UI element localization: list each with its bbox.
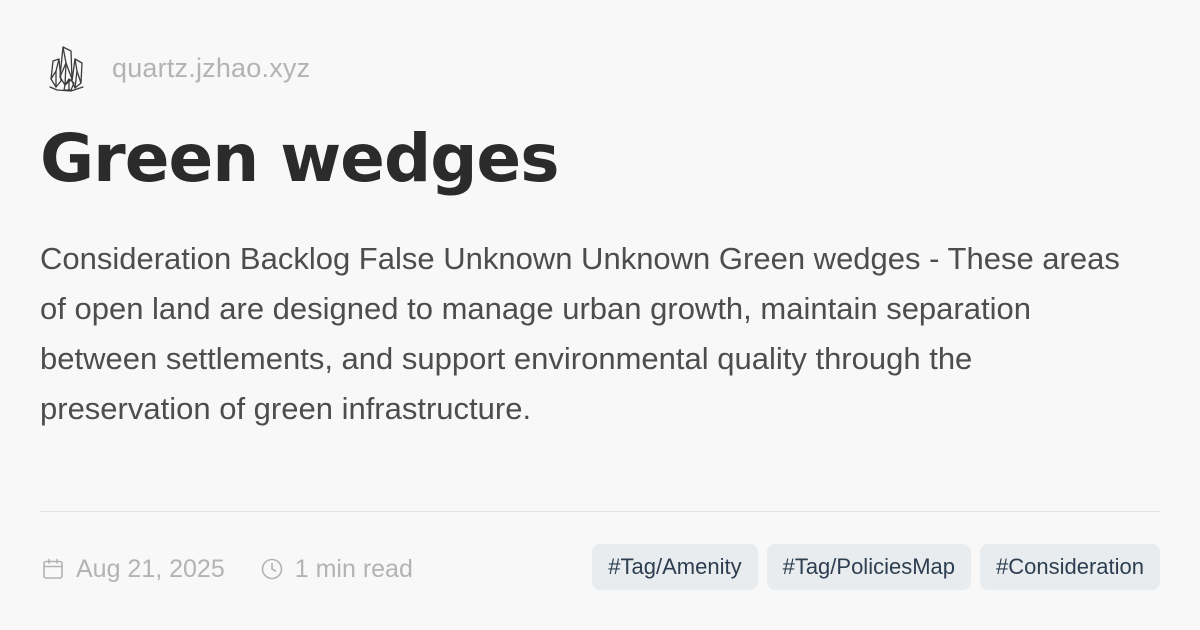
clock-icon: [259, 556, 285, 582]
tag-consideration[interactable]: #Consideration: [980, 544, 1160, 590]
publish-date: Aug 21, 2025: [40, 555, 225, 584]
divider: [40, 511, 1160, 512]
reading-time-text: 1 min read: [294, 554, 413, 583]
site-header: quartz.jzhao.xyz: [40, 40, 310, 96]
calendar-icon: [40, 556, 66, 582]
tag-list: #Tag/Amenity #Tag/PoliciesMap #Considera…: [592, 544, 1160, 590]
crystal-cluster-icon: [40, 40, 94, 96]
page-title: Green wedges: [40, 120, 559, 197]
reading-time: 1 min read: [259, 555, 413, 584]
site-name[interactable]: quartz.jzhao.xyz: [112, 54, 310, 82]
page-meta: Aug 21, 2025 1 min read: [40, 548, 413, 590]
og-preview-card: quartz.jzhao.xyz Green wedges Considerat…: [0, 0, 1200, 630]
tag-policies-map[interactable]: #Tag/PoliciesMap: [766, 544, 972, 590]
publish-date-text: Aug 21, 2025: [76, 554, 225, 583]
page-description: Consideration Backlog False Unknown Unkn…: [40, 241, 1120, 426]
tag-amenity[interactable]: #Tag/Amenity: [592, 544, 758, 590]
